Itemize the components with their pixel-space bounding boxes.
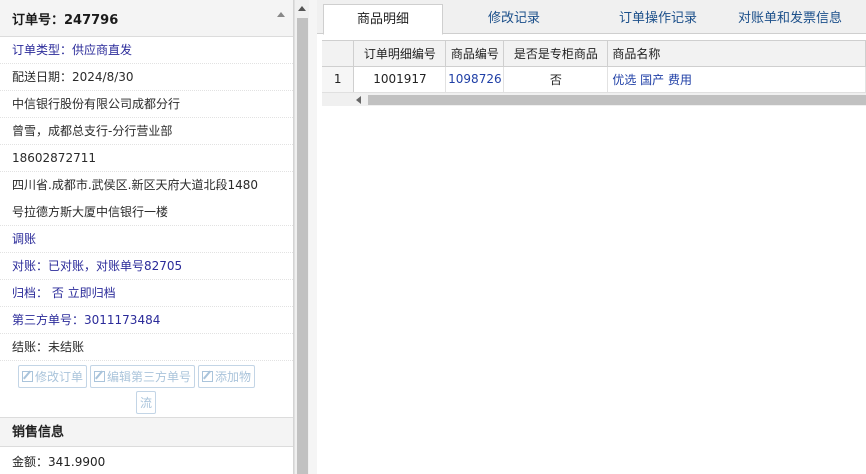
archive-status[interactable]: 归档： 否 立即归档 — [0, 280, 293, 307]
scroll-left-icon[interactable] — [356, 96, 361, 104]
adjust-account-link[interactable]: 调账 — [0, 226, 293, 253]
order-type: 订单类型：供应商直发 — [0, 37, 293, 64]
column-header-product-name[interactable]: 商品名称 — [607, 41, 866, 67]
modify-order-button[interactable]: 修改订单 — [18, 365, 88, 388]
customer-company: 中信银行股份有限公司成都分行 — [0, 91, 293, 118]
settlement-status: 结账：未结账 — [0, 334, 293, 361]
order-detail-panel: 订单号：247796 订单类型：供应商直发 配送日期：2024/8/30 中信银… — [0, 0, 294, 474]
contact-phone: 18602872711 — [0, 145, 293, 172]
modify-order-label: 修改订单 — [35, 370, 84, 384]
scroll-up-icon[interactable] — [298, 6, 306, 11]
add-logistics-label-2: 流 — [140, 396, 153, 410]
scrollbar-thumb[interactable] — [297, 18, 308, 474]
grid-header-row: 订单明细编号 商品编号 是否是专柜商品 商品名称 — [322, 41, 866, 67]
left-panel-scrollbar[interactable] — [294, 0, 309, 474]
column-header-detail-id[interactable]: 订单明细编号 — [353, 41, 447, 67]
edit-third-party-button[interactable]: 编辑第三方单号 — [90, 365, 196, 388]
tab-bar: 商品明细 修改记录 订单操作记录 对账单和发票信息 — [317, 0, 866, 35]
collapse-up-icon[interactable] — [277, 12, 285, 17]
address-line-1: 四川省.成都市.武侯区.新区天府大道北段1480 — [12, 178, 258, 192]
table-row[interactable]: 1 1001917 1098726 否 优选 国产 费用 — [322, 66, 866, 93]
row-number: 1 — [322, 66, 355, 93]
is-counter-cell: 否 — [503, 66, 609, 93]
product-name-link[interactable]: 优选 国产 费用 — [607, 66, 866, 93]
delivery-date: 配送日期：2024/8/30 — [0, 64, 293, 91]
reconciliation-status: 对账：已对账，对账单号82705 — [0, 253, 293, 280]
main-content: 商品明细 修改记录 订单操作记录 对账单和发票信息 订单明细编号 商品编号 是否… — [317, 0, 866, 474]
add-logistics-label: 添加物 — [215, 370, 252, 384]
panel-divider — [309, 0, 317, 474]
add-logistics-button-wrap[interactable]: 流 — [136, 391, 157, 414]
order-number-header: 订单号：247796 — [0, 0, 293, 37]
contact-name: 曾雪，成都总支行-分行营业部 — [0, 118, 293, 145]
tab-modification-log[interactable]: 修改记录 — [449, 4, 579, 34]
tab-reconciliation-invoice[interactable]: 对账单和发票信息 — [715, 4, 865, 34]
edit-third-party-label: 编辑第三方单号 — [107, 370, 192, 384]
detail-id-cell: 1001917 — [353, 66, 447, 93]
add-logistics-button[interactable]: 添加物 — [198, 365, 256, 388]
sales-amount: 金额：341.9900 — [12, 455, 106, 469]
sales-info-title: 销售信息 — [0, 417, 293, 447]
column-header-rownum — [322, 41, 355, 67]
edit-icon — [94, 371, 106, 382]
third-party-order-number: 第三方单号：3011173484 — [0, 307, 293, 334]
address-line-2: 号拉德方斯大厦中信银行一楼 — [0, 199, 293, 226]
edit-icon — [202, 371, 214, 382]
order-number-title: 订单号：247796 — [12, 12, 119, 28]
column-header-product-id[interactable]: 商品编号 — [445, 41, 505, 67]
horizontal-scrollbar-thumb[interactable] — [368, 95, 866, 105]
column-header-is-counter[interactable]: 是否是专柜商品 — [503, 41, 609, 67]
order-actions: 修改订单 编辑第三方单号 添加物 流 — [0, 361, 293, 417]
tab-product-details[interactable]: 商品明细 — [323, 4, 443, 35]
tab-order-operation-log[interactable]: 订单操作记录 — [593, 4, 723, 34]
grid-horizontal-scrollbar[interactable] — [322, 92, 866, 106]
product-id-link[interactable]: 1098726 — [445, 66, 505, 93]
product-grid: 订单明细编号 商品编号 是否是专柜商品 商品名称 1 1001917 10987… — [322, 40, 866, 93]
edit-icon — [22, 371, 33, 382]
